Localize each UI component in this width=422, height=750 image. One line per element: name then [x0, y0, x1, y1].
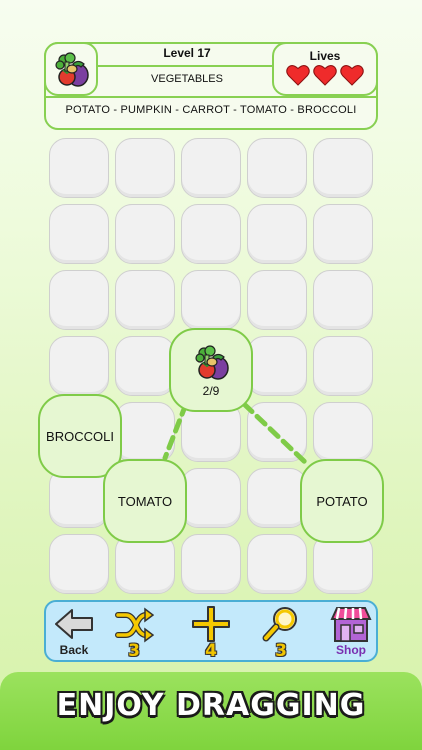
plus-icon — [192, 606, 230, 642]
grid-cell[interactable] — [313, 402, 373, 462]
grid-cell[interactable] — [115, 270, 175, 330]
promo-banner-text: ENJOY DRAGGING — [56, 688, 366, 723]
grid-cell[interactable] — [313, 204, 373, 264]
grid-cell[interactable] — [313, 138, 373, 198]
grid-cell[interactable] — [49, 270, 109, 330]
grid-cell[interactable] — [115, 336, 175, 396]
grid-cell[interactable] — [181, 468, 241, 528]
hint-button[interactable]: 3 — [253, 603, 309, 661]
grid-cell[interactable] — [247, 138, 307, 198]
back-button[interactable]: Back — [46, 603, 102, 661]
shuffle-icon — [115, 607, 155, 643]
vegetables-icon — [195, 345, 229, 380]
grid-cell[interactable] — [49, 204, 109, 264]
add-word-button[interactable]: 4 — [183, 603, 239, 661]
grid-cell[interactable] — [115, 402, 175, 462]
grid-cell[interactable] — [49, 138, 109, 198]
grid-cell[interactable] — [181, 138, 241, 198]
grid-cell[interactable] — [247, 204, 307, 264]
grid-cell[interactable] — [181, 270, 241, 330]
grid-cell[interactable] — [247, 270, 307, 330]
word-label: TOMATO — [117, 493, 173, 509]
lives-label: Lives — [309, 49, 341, 63]
word-label: BROCCOLI — [46, 428, 114, 444]
word-tile-broccoli[interactable]: BROCCOLI — [38, 394, 122, 478]
hint-count: 3 — [275, 641, 287, 661]
shop-button[interactable]: Shop — [323, 603, 379, 661]
category-icon-box — [44, 42, 98, 96]
grid-cell[interactable] — [181, 204, 241, 264]
word-tile-tomato[interactable]: TOMATO — [103, 459, 187, 543]
grid-cell[interactable] — [115, 534, 175, 594]
grid-cell[interactable] — [247, 336, 307, 396]
category-label: VEGETABLES — [151, 73, 223, 85]
back-label: Back — [59, 643, 89, 657]
grid-cell[interactable] — [313, 270, 373, 330]
grid-cell[interactable] — [49, 534, 109, 594]
word-label: POTATO — [316, 493, 368, 509]
grid-cell[interactable] — [49, 336, 109, 396]
level-label: Level 17 — [163, 46, 211, 60]
grid-cell[interactable] — [247, 534, 307, 594]
shuffle-button[interactable]: 3 — [106, 603, 162, 661]
lives-hearts — [286, 64, 366, 88]
grid-cell[interactable] — [247, 468, 307, 528]
shuffle-count: 3 — [128, 641, 140, 661]
shop-label: Shop — [336, 643, 366, 657]
category-target-tile[interactable]: 2/9 — [169, 328, 253, 412]
word-list: POTATO - PUMPKIN - CARROT - TOMATO - BRO… — [65, 104, 357, 116]
header-divider — [44, 96, 378, 98]
progress-counter: 2/9 — [202, 384, 220, 398]
magnifier-icon — [262, 607, 297, 642]
grid-cell[interactable] — [313, 534, 373, 594]
vegetables-icon — [55, 52, 89, 87]
shop-icon — [330, 607, 372, 642]
word-tile-potato[interactable]: POTATO — [300, 459, 384, 543]
grid-cell[interactable] — [247, 402, 307, 462]
heart-icon — [313, 65, 337, 86]
plus-count: 4 — [205, 641, 217, 661]
grid-cell[interactable] — [181, 534, 241, 594]
grid-cell[interactable] — [115, 138, 175, 198]
back-arrow-icon — [55, 609, 93, 639]
heart-icon — [340, 65, 364, 86]
grid-cell[interactable] — [115, 204, 175, 264]
heart-icon — [286, 65, 310, 86]
grid-cell[interactable] — [313, 336, 373, 396]
